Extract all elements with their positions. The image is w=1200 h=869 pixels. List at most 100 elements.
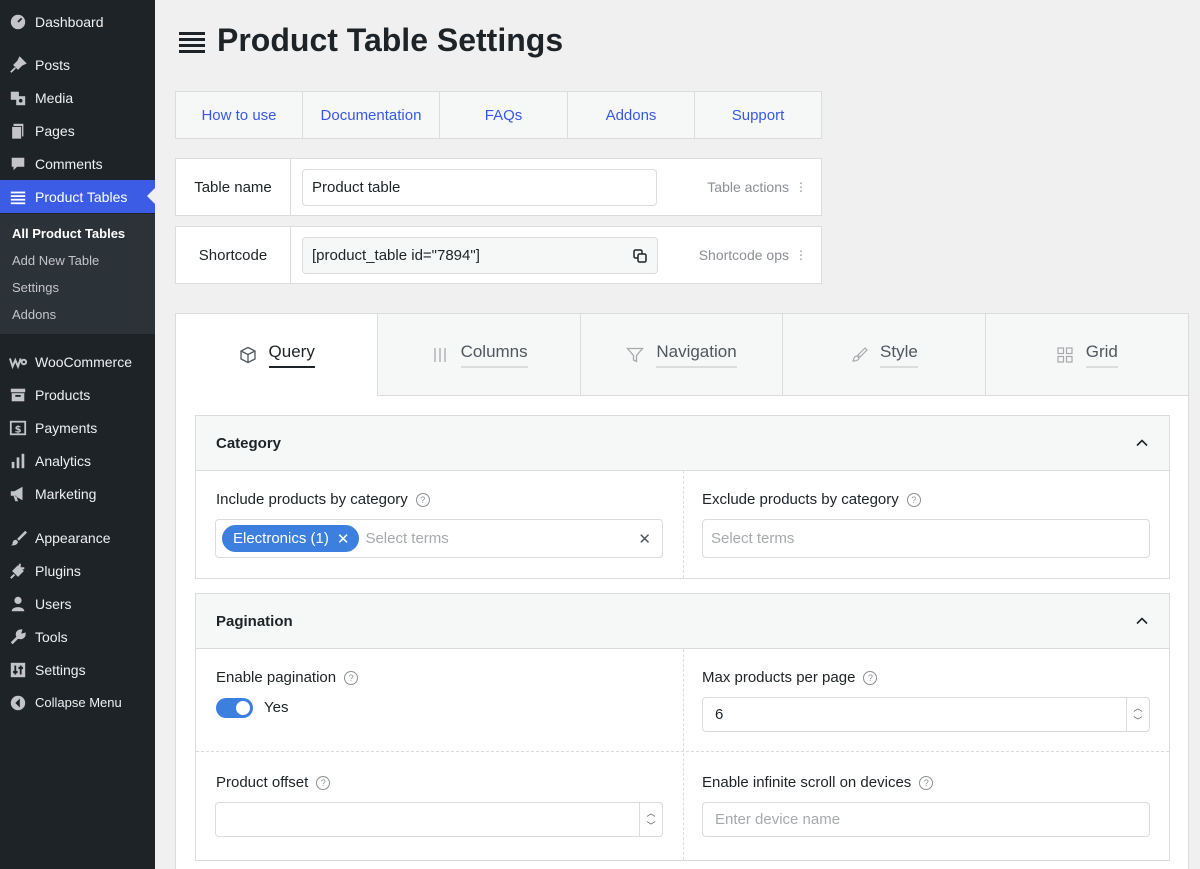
- menu-settings[interactable]: Settings: [0, 653, 155, 686]
- number-stepper[interactable]: ︿ ﹀: [1126, 698, 1149, 731]
- max-products-label: Max products per page ?: [702, 669, 878, 686]
- tab-label: Navigation: [656, 342, 737, 368]
- menu-label: Collapse Menu: [35, 695, 122, 710]
- shortcode-ops-button[interactable]: Shortcode ops ⋮: [699, 227, 807, 283]
- chevron-down-icon[interactable]: ﹀: [1133, 715, 1142, 728]
- chevron-up-icon[interactable]: [1135, 436, 1149, 450]
- section-title: Category: [216, 434, 282, 452]
- infinite-scroll-label: Enable infinite scroll on devices ?: [702, 774, 934, 791]
- chevron-up-icon[interactable]: ︿: [1133, 702, 1142, 715]
- tab-query[interactable]: Query: [176, 314, 379, 396]
- tab-navigation[interactable]: Navigation: [580, 314, 784, 396]
- menu-label: Comments: [35, 155, 103, 172]
- plug-icon: [8, 561, 28, 581]
- menu-comments[interactable]: Comments: [0, 147, 155, 180]
- link-faqs[interactable]: FAQs: [440, 92, 568, 138]
- pagination-section: Pagination Enable pagination ? Yes Max p…: [195, 593, 1170, 861]
- tab-style[interactable]: Style: [783, 314, 986, 396]
- menu-label: Analytics: [35, 452, 92, 469]
- include-category-label: Include products by category ?: [216, 491, 430, 508]
- menu-label: Tools: [35, 628, 68, 645]
- tab-grid[interactable]: Grid: [985, 314, 1189, 396]
- menu-users[interactable]: Users: [0, 587, 155, 620]
- media-icon: [8, 88, 28, 108]
- link-how-to-use[interactable]: How to use: [176, 92, 303, 138]
- category-section-header[interactable]: Category: [196, 416, 1169, 471]
- table-name-label: Table name: [176, 159, 291, 215]
- cube-icon: [239, 346, 257, 364]
- menu-label: Dashboard: [35, 13, 104, 30]
- help-icon[interactable]: ?: [316, 775, 331, 790]
- help-icon[interactable]: ?: [919, 775, 934, 790]
- link-documentation[interactable]: Documentation: [303, 92, 440, 138]
- chevron-up-icon[interactable]: [1135, 614, 1149, 628]
- filter-icon: [626, 346, 645, 364]
- pagination-section-header[interactable]: Pagination: [196, 594, 1169, 649]
- product-offset-input[interactable]: ︿ ﹀: [215, 802, 663, 837]
- shortcode-row: Shortcode [product_table id="7894"] Shor…: [175, 226, 822, 284]
- max-products-input[interactable]: 6 ︿ ﹀: [702, 697, 1150, 732]
- menu-collapse[interactable]: Collapse Menu: [0, 686, 155, 719]
- admin-sidebar: Dashboard Posts Media Pages Comments Pro…: [0, 0, 155, 869]
- submenu-add-new-table[interactable]: Add New Table: [12, 253, 99, 268]
- menu-label: Users: [35, 595, 72, 612]
- help-icon[interactable]: ?: [863, 670, 878, 685]
- enable-pagination-toggle[interactable]: [216, 698, 253, 718]
- menu-appearance[interactable]: Appearance: [0, 521, 155, 554]
- table-name-row: Table name Table actions ⋮: [175, 158, 822, 216]
- archive-icon: [8, 385, 28, 405]
- list-icon: [8, 187, 28, 207]
- menu-label: Posts: [35, 56, 71, 73]
- clear-icon[interactable]: ✕: [638, 530, 651, 548]
- help-icon[interactable]: ?: [906, 492, 921, 507]
- menu-marketing[interactable]: Marketing: [0, 477, 155, 510]
- label-text: Enable pagination: [216, 669, 337, 686]
- menu-dashboard[interactable]: Dashboard: [0, 5, 155, 38]
- menu-product-tables[interactable]: Product Tables: [0, 180, 155, 213]
- menu-posts[interactable]: Posts: [0, 48, 155, 81]
- menu-payments[interactable]: $ Payments: [0, 411, 155, 444]
- link-addons[interactable]: Addons: [568, 92, 695, 138]
- menu-label: Marketing: [35, 485, 97, 502]
- columns-icon: [431, 346, 449, 364]
- help-icon[interactable]: ?: [344, 670, 359, 685]
- copy-icon[interactable]: [632, 248, 648, 264]
- category-section: Category Include products by category ? …: [195, 415, 1170, 579]
- selected-term-chip[interactable]: Electronics (1) ✕: [222, 525, 360, 552]
- pages-icon: [8, 121, 28, 141]
- menu-media[interactable]: Media: [0, 81, 155, 114]
- menu-label: Payments: [35, 419, 98, 436]
- infinite-scroll-devices-input[interactable]: Enter device name: [702, 802, 1150, 837]
- menu-tools[interactable]: Tools: [0, 620, 155, 653]
- menu-analytics[interactable]: Analytics: [0, 444, 155, 477]
- chevron-down-icon[interactable]: ﹀: [646, 820, 655, 833]
- dollar-icon: $: [8, 418, 28, 438]
- grid-icon: [1056, 346, 1074, 364]
- submenu-addons[interactable]: Addons: [12, 307, 56, 322]
- table-name-input[interactable]: [302, 169, 657, 206]
- menu-label: Plugins: [35, 562, 81, 579]
- table-actions-button[interactable]: Table actions ⋮: [707, 159, 807, 215]
- menu-products[interactable]: Products: [0, 378, 155, 411]
- exclude-category-select[interactable]: Select terms: [702, 519, 1150, 558]
- table-actions-label: Table actions: [707, 179, 789, 195]
- number-stepper[interactable]: ︿ ﹀: [639, 803, 662, 836]
- submenu-settings[interactable]: Settings: [12, 280, 59, 295]
- shortcode-value: [product_table id="7894"]: [312, 247, 480, 264]
- svg-text:$: $: [15, 424, 22, 435]
- remove-icon[interactable]: ✕: [337, 530, 350, 548]
- include-category-select[interactable]: Electronics (1) ✕ Select terms ✕: [215, 519, 663, 558]
- chevron-up-icon[interactable]: ︿: [646, 807, 655, 820]
- menu-pages[interactable]: Pages: [0, 114, 155, 147]
- tab-columns[interactable]: Columns: [378, 314, 581, 396]
- collapse-icon: [8, 693, 28, 713]
- shortcode-field[interactable]: [product_table id="7894"]: [302, 237, 658, 274]
- woocommerce-icon: [8, 352, 28, 372]
- select-placeholder: Select terms: [711, 530, 795, 547]
- help-icon[interactable]: ?: [415, 492, 430, 507]
- submenu-all-product-tables[interactable]: All Product Tables: [12, 226, 125, 241]
- menu-woocommerce[interactable]: WooCommerce: [0, 345, 155, 378]
- link-support[interactable]: Support: [695, 92, 821, 138]
- menu-label: Product Tables: [35, 188, 128, 205]
- menu-plugins[interactable]: Plugins: [0, 554, 155, 587]
